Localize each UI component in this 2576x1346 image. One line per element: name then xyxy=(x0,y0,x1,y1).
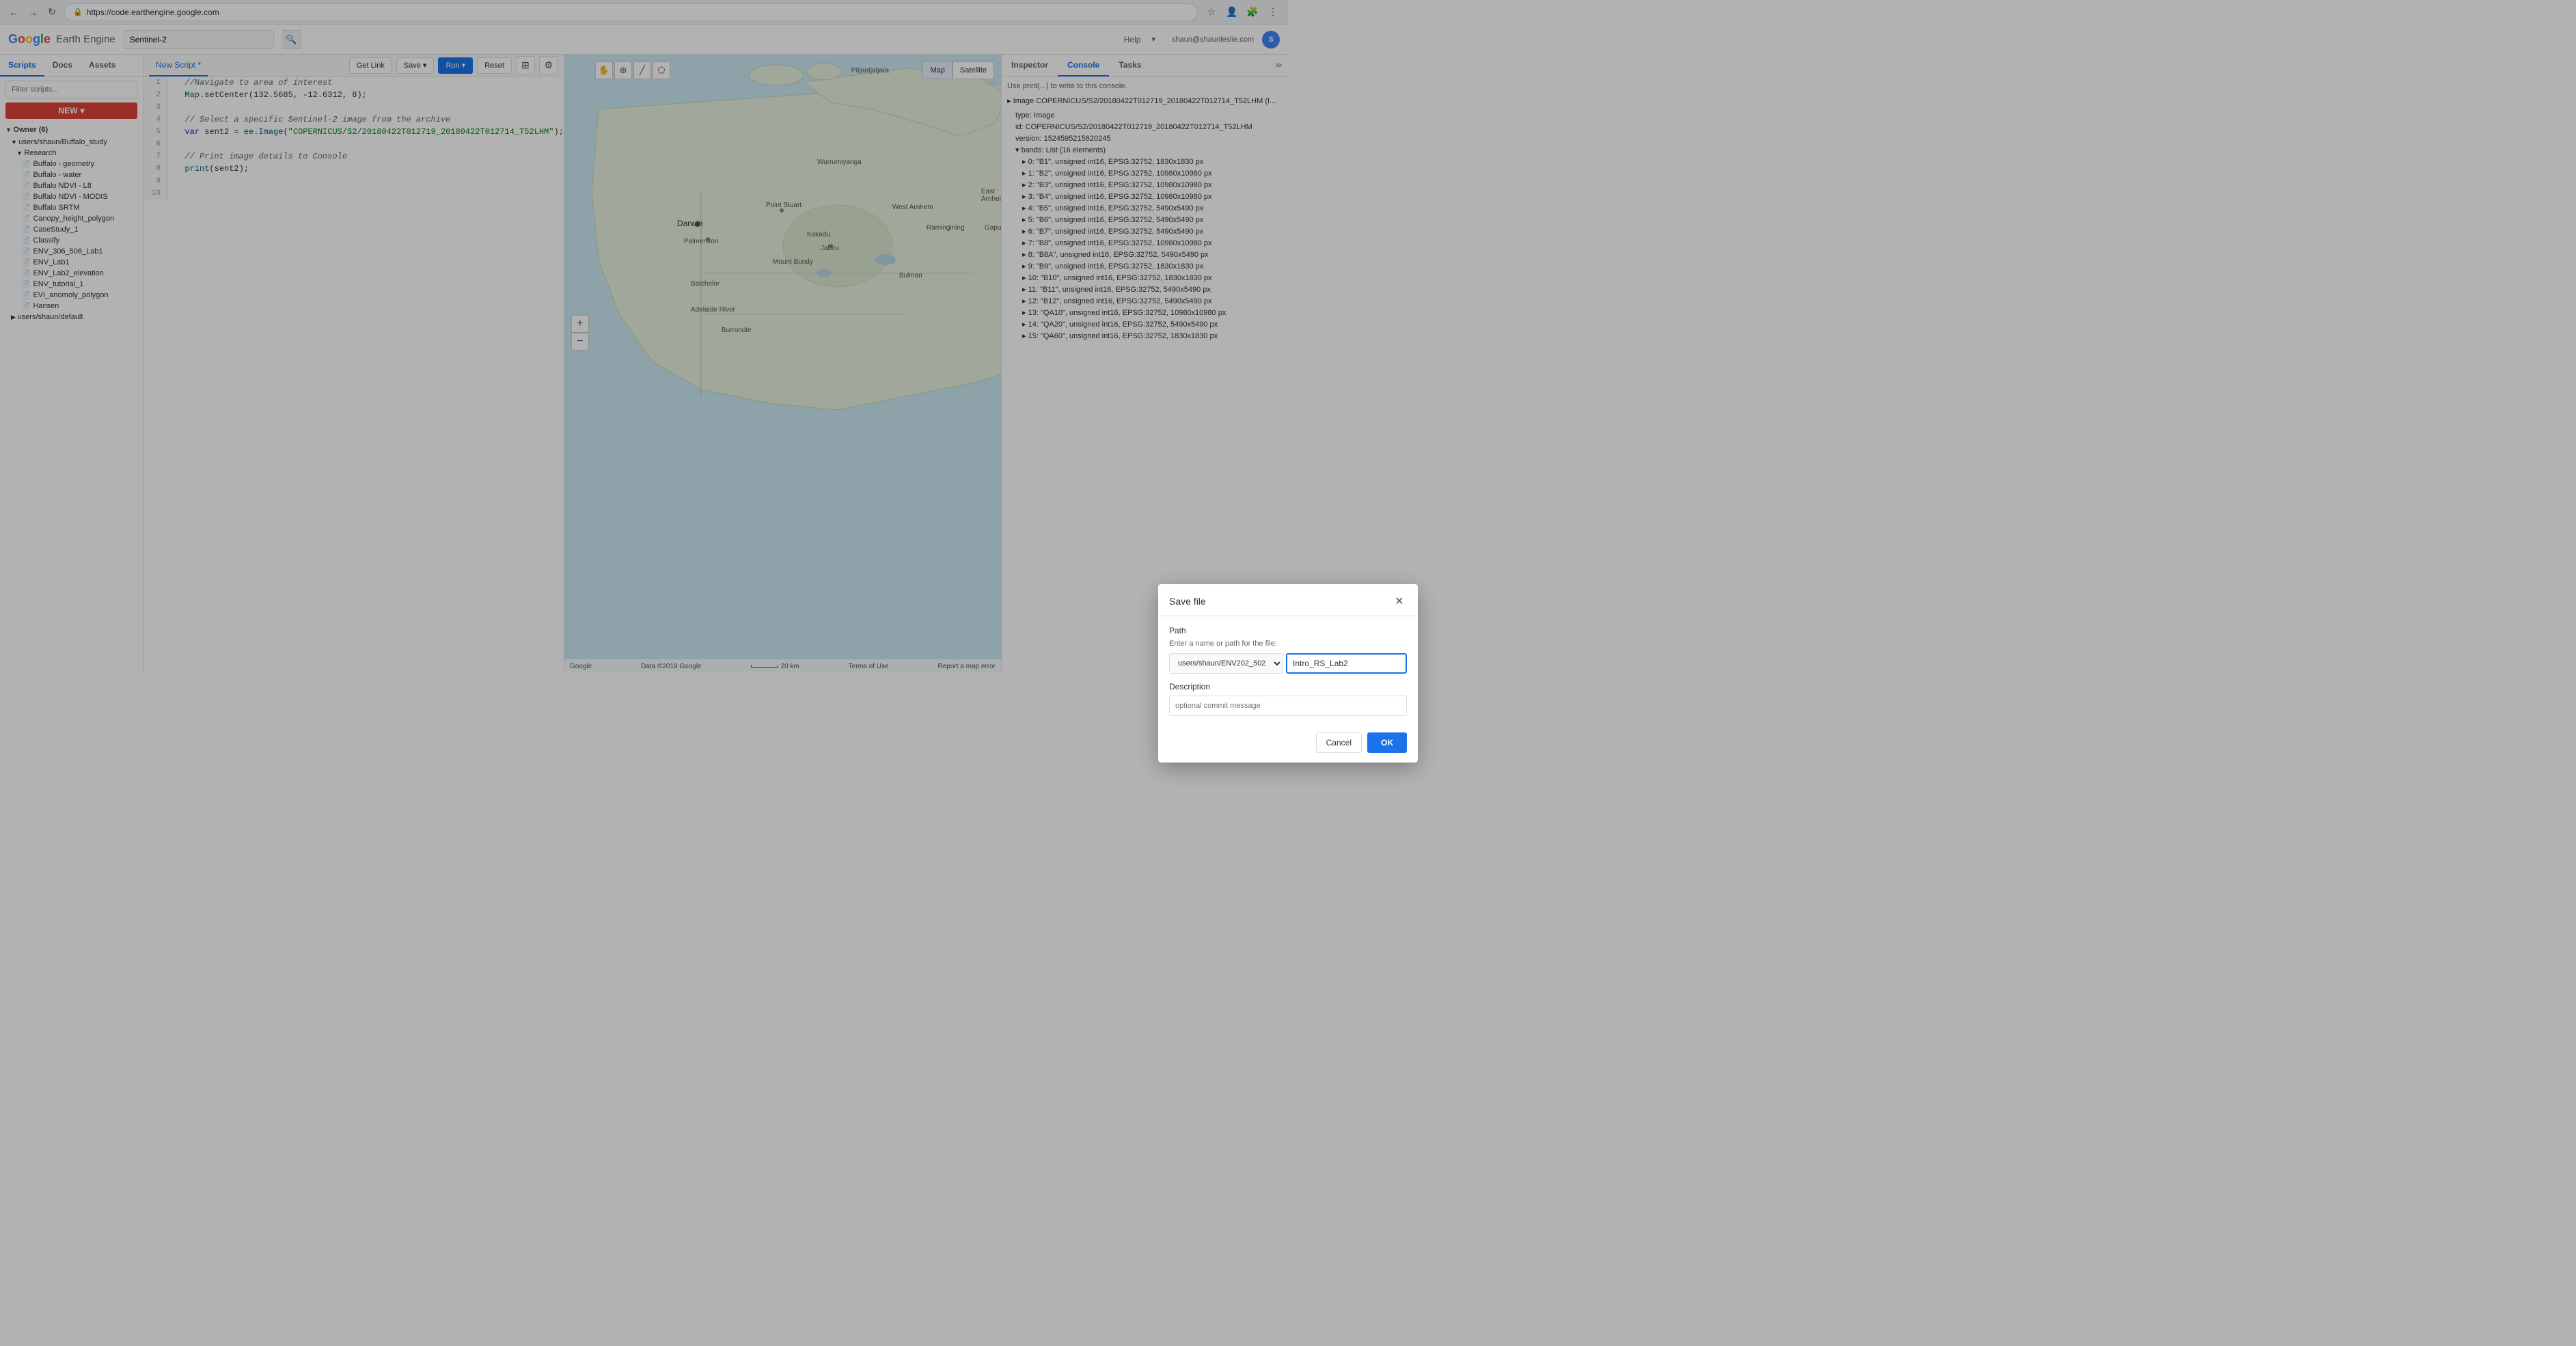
modal-title: Save file xyxy=(1169,596,1206,607)
filename-input[interactable] xyxy=(1286,653,1407,674)
path-label: Path xyxy=(1169,626,1407,635)
save-file-dialog: Save file ✕ Path Enter a name or path fo… xyxy=(1158,584,1418,763)
path-row: users/shaun/ENV202_502 xyxy=(1169,653,1407,674)
ok-button[interactable]: OK xyxy=(1367,732,1407,753)
modal-header: Save file ✕ xyxy=(1158,584,1418,616)
modal-close-button[interactable]: ✕ xyxy=(1392,594,1407,609)
description-label: Description xyxy=(1169,682,1407,691)
modal-body: Path Enter a name or path for the file: … xyxy=(1158,616,1418,726)
cancel-button[interactable]: Cancel xyxy=(1316,732,1362,753)
modal-overlay[interactable]: Save file ✕ Path Enter a name or path fo… xyxy=(0,0,2576,1346)
path-sublabel: Enter a name or path for the file: xyxy=(1169,640,1407,648)
modal-footer: Cancel OK xyxy=(1158,726,1418,763)
description-input[interactable] xyxy=(1169,696,1407,716)
path-prefix-select[interactable]: users/shaun/ENV202_502 xyxy=(1169,653,1283,674)
